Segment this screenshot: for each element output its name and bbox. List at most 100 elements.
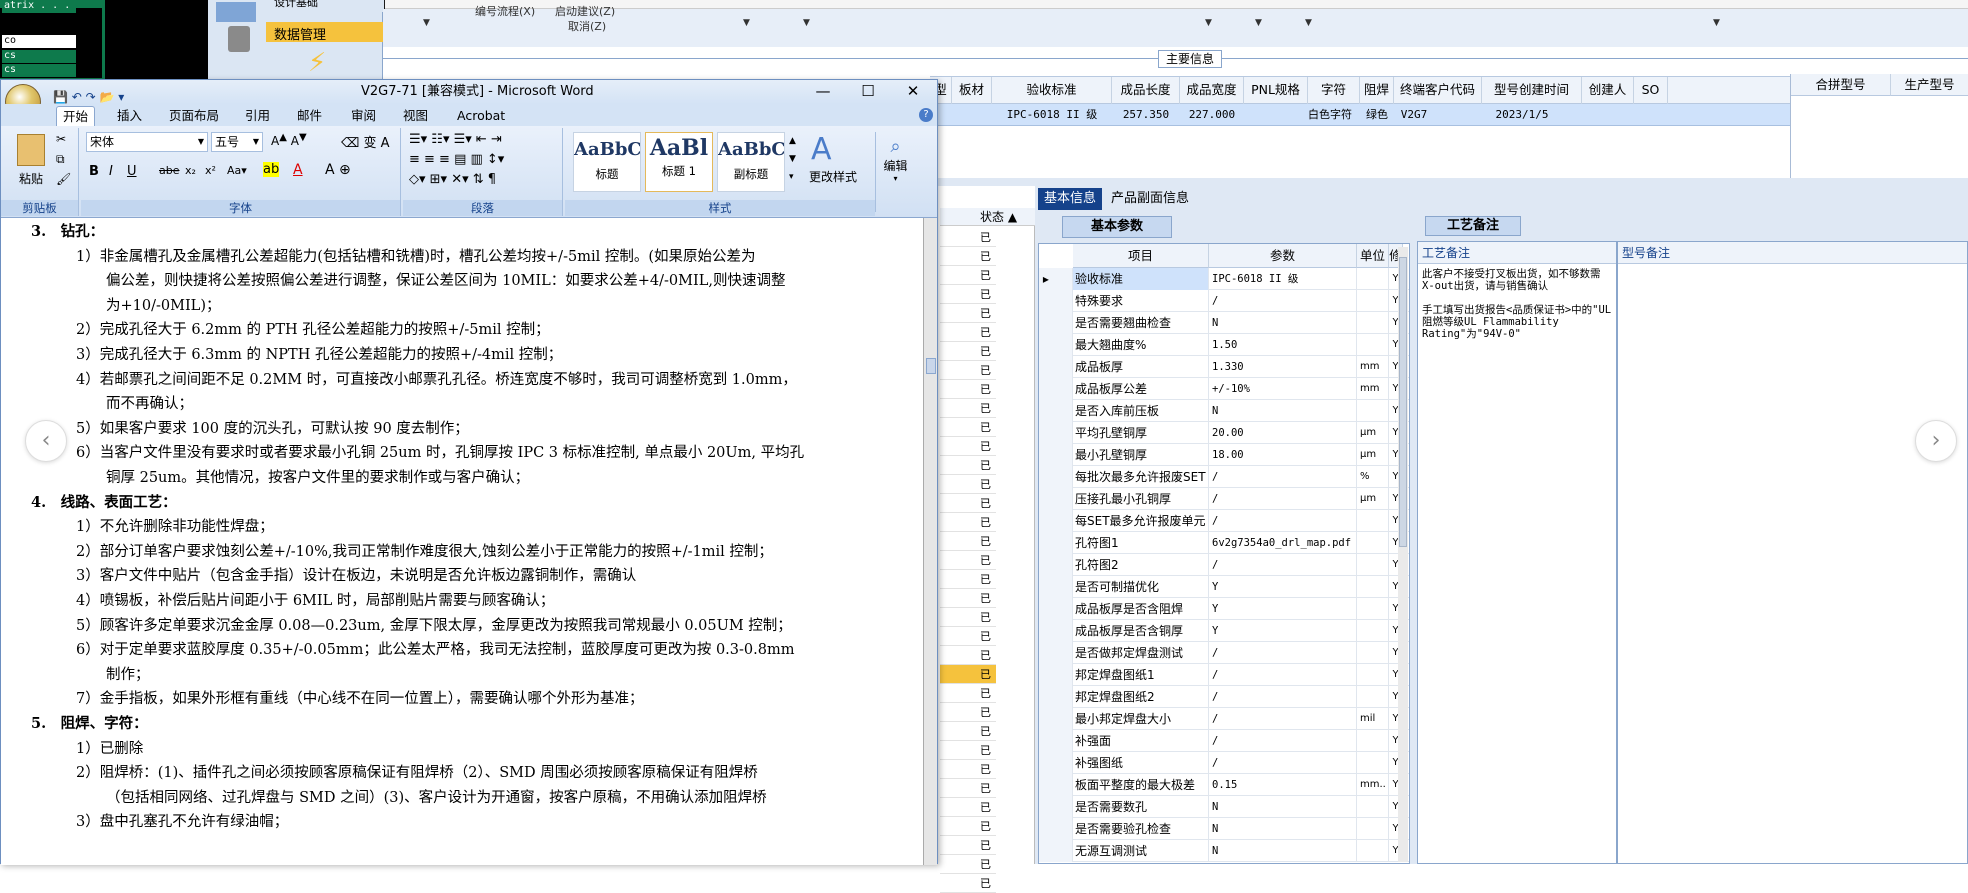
style-heading1[interactable]: AaBl 标题 1 bbox=[645, 132, 713, 192]
tab-basic-info[interactable]: 基本信息 bbox=[1038, 188, 1103, 210]
document-line[interactable]: 6）当客户文件里没有要求时或者要求最小孔铜 25um 时，孔铜厚按 IPC 3 … bbox=[76, 443, 804, 463]
param-row[interactable]: 是否需要翘曲检查 N Y bbox=[1039, 312, 1409, 334]
param-value[interactable]: / bbox=[1209, 708, 1357, 730]
dropdown-icon[interactable]: ▼ bbox=[803, 18, 810, 28]
char-shading-icon[interactable]: A ⊕ bbox=[325, 162, 351, 178]
param-value[interactable]: Y bbox=[1209, 598, 1357, 620]
change-styles-icon[interactable]: A bbox=[811, 132, 832, 167]
nav-data-manage[interactable]: 数据管理 bbox=[266, 22, 384, 43]
col-header[interactable]: PNL规格 bbox=[1244, 77, 1308, 105]
dropdown-icon[interactable]: ▼ bbox=[1255, 18, 1262, 28]
tab-review[interactable]: 审阅 bbox=[345, 106, 382, 126]
left-row-2[interactable]: cs bbox=[2, 50, 76, 63]
col-header[interactable]: 成品宽度 bbox=[1180, 77, 1244, 105]
minimize-icon[interactable]: — bbox=[801, 80, 845, 104]
param-row[interactable]: 最小邦定焊盘大小 / mil Y bbox=[1039, 708, 1409, 730]
param-value[interactable]: Y bbox=[1209, 620, 1357, 642]
status-cell[interactable]: 已审核 bbox=[940, 836, 996, 855]
tab-product-info[interactable]: 产品副面信息 bbox=[1105, 188, 1195, 210]
document-line[interactable]: 2）完成孔径大于 6.2mm 的 PTH 孔径公差超能力的按照+/-5mil 控… bbox=[76, 320, 550, 340]
param-row[interactable]: 成品板厚是否含铜厚 Y Y bbox=[1039, 620, 1409, 642]
param-row[interactable]: 成品板厚是否含阻焊 Y Y bbox=[1039, 598, 1409, 620]
prev-arrow-icon[interactable]: ‹ bbox=[25, 420, 67, 462]
shading-icon[interactable]: ◇▾ ⊞▾ ✕▾ ⇅ ¶ bbox=[409, 172, 496, 187]
param-value[interactable]: N bbox=[1209, 796, 1357, 818]
nav-design-base[interactable]: 设计基础 bbox=[266, 0, 384, 12]
col-header[interactable]: 单位 bbox=[1357, 244, 1389, 268]
param-value[interactable]: 18.00 bbox=[1209, 444, 1357, 466]
italic-icon[interactable]: I bbox=[109, 164, 113, 179]
document-line[interactable]: 为+10/-0MIL)； bbox=[106, 296, 220, 316]
col-header[interactable]: 终端客户代码 bbox=[1394, 77, 1482, 105]
status-cell[interactable]: 已审核 bbox=[940, 323, 996, 342]
document-line[interactable]: 而不再确认； bbox=[106, 394, 193, 414]
underline-icon[interactable]: U bbox=[127, 164, 137, 179]
tab-acrobat[interactable]: Acrobat bbox=[451, 106, 511, 126]
dropdown-icon[interactable]: ▼ bbox=[1713, 18, 1720, 28]
strikethrough-icon[interactable]: abe bbox=[159, 164, 180, 177]
next-arrow-icon[interactable]: › bbox=[1915, 420, 1957, 462]
document-line[interactable]: 7）金手指板，如果外形框有重线（中心线不在同一位置上），需要确认哪个外形为基准； bbox=[76, 689, 643, 709]
status-cell[interactable]: 已审核 bbox=[940, 684, 996, 703]
style-subtitle[interactable]: AaBbC 副标题 bbox=[717, 132, 785, 192]
align-icon[interactable]: ≡ ≡ ≡ ▤ ▥ ↕▾ bbox=[409, 152, 504, 167]
param-row[interactable]: 是否可制描优化 Y Y bbox=[1039, 576, 1409, 598]
param-row[interactable]: 是否入库前压板 N Y bbox=[1039, 400, 1409, 422]
document-line[interactable]: 1）已删除 bbox=[76, 739, 143, 759]
status-cell[interactable]: 已审核 bbox=[940, 494, 996, 513]
document-line[interactable]: 2）部分订单客户要求蚀刻公差+/-10%,我司正常制作难度很大,蚀刻公差小于正常… bbox=[76, 542, 773, 562]
status-cell[interactable]: 已审核 bbox=[940, 665, 996, 684]
param-value[interactable]: 0.15 bbox=[1209, 774, 1357, 796]
font-color-icon[interactable]: A bbox=[293, 162, 303, 178]
status-cell[interactable]: 已审核 bbox=[940, 589, 996, 608]
status-cell[interactable]: 已审核 bbox=[940, 266, 996, 285]
status-cell[interactable]: 已审核 bbox=[940, 475, 996, 494]
status-header[interactable]: 状态 ▲ bbox=[940, 208, 1035, 226]
status-cell[interactable]: 已审核 bbox=[940, 437, 996, 456]
col-header[interactable]: 型号创建时间 bbox=[1482, 77, 1582, 105]
status-cell[interactable]: 已审核 bbox=[940, 646, 996, 665]
param-row[interactable]: 成品板厚 1.330 mm Y bbox=[1039, 356, 1409, 378]
calculator-icon[interactable] bbox=[228, 26, 250, 52]
filter-label-0[interactable]: 编号流程(X) bbox=[475, 3, 535, 19]
param-row[interactable]: 补强图纸 / Y bbox=[1039, 752, 1409, 774]
craft-notes-box[interactable]: 工艺备注 此客户不接受打叉板出货，如不够数需X-out出货，请与销售确认 手工填… bbox=[1417, 241, 1617, 864]
param-row[interactable]: 平均孔壁铜厚 20.00 μm Y bbox=[1039, 422, 1409, 444]
param-row[interactable]: 成品板厚公差 +/-10% mm Y bbox=[1039, 378, 1409, 400]
dropdown-icon[interactable]: ▼ bbox=[423, 18, 430, 28]
param-row[interactable]: 压接孔最小孔铜厚 / μm Y bbox=[1039, 488, 1409, 510]
col-header[interactable]: 板材 bbox=[952, 77, 992, 105]
param-row[interactable]: 无源互调测试 N Y bbox=[1039, 840, 1409, 862]
status-cell[interactable]: 已审核 bbox=[940, 760, 996, 779]
dropdown-icon[interactable]: ▼ bbox=[743, 18, 750, 28]
param-value[interactable]: / bbox=[1209, 664, 1357, 686]
tab-craft-notes[interactable]: 工艺备注 bbox=[1425, 216, 1521, 236]
status-cell[interactable]: 已审核 bbox=[940, 399, 996, 418]
tab-page-layout[interactable]: 页面布局 bbox=[163, 106, 225, 126]
document-area[interactable]: 3. 钻孔： 1）非金属槽孔及金属槽孔公差超能力(包括钻槽和铣槽)时，槽孔公差均按… bbox=[1, 218, 923, 865]
change-styles-button[interactable]: 更改样式 bbox=[809, 168, 857, 185]
param-value[interactable]: N bbox=[1209, 400, 1357, 422]
font-size-select[interactable]: 五号 ▼ bbox=[211, 132, 263, 152]
tab-insert[interactable]: 插入 bbox=[111, 106, 148, 126]
status-cell[interactable]: 已审核 bbox=[940, 418, 996, 437]
col-header[interactable]: 成品长度 bbox=[1112, 77, 1180, 105]
status-cell[interactable]: 已审核 bbox=[940, 741, 996, 760]
col-header[interactable]: 字符 bbox=[1308, 77, 1360, 105]
section-heading[interactable]: 3. 钻孔： bbox=[31, 222, 104, 242]
document-line[interactable]: 1）不允许删除非功能性焊盘； bbox=[76, 517, 274, 537]
param-value[interactable]: / bbox=[1209, 290, 1357, 312]
param-row[interactable]: 板面平整度的最大极差 0.15 mm.. Y bbox=[1039, 774, 1409, 796]
status-cell[interactable]: 已审核 bbox=[940, 456, 996, 475]
param-row[interactable]: 特殊要求 / Y bbox=[1039, 290, 1409, 312]
param-value[interactable]: 1.50 bbox=[1209, 334, 1357, 356]
status-cell[interactable]: 已审核 bbox=[940, 380, 996, 399]
change-case-icon[interactable]: Aa▾ bbox=[227, 164, 247, 177]
param-value[interactable]: / bbox=[1209, 488, 1357, 510]
document-line[interactable]: 6）对于定单要求蓝胶厚度 0.35+/-0.05mm；此公差太严格，我司无法控制… bbox=[76, 640, 794, 660]
param-value[interactable]: 1.330 bbox=[1209, 356, 1357, 378]
edit-button[interactable]: ⌕ 编辑 ▾ bbox=[875, 132, 915, 212]
model-notes-box[interactable]: 型号备注 bbox=[1617, 241, 1968, 864]
tab-references[interactable]: 引用 bbox=[239, 106, 276, 126]
param-row[interactable]: 最小孔壁铜厚 18.00 μm Y bbox=[1039, 444, 1409, 466]
